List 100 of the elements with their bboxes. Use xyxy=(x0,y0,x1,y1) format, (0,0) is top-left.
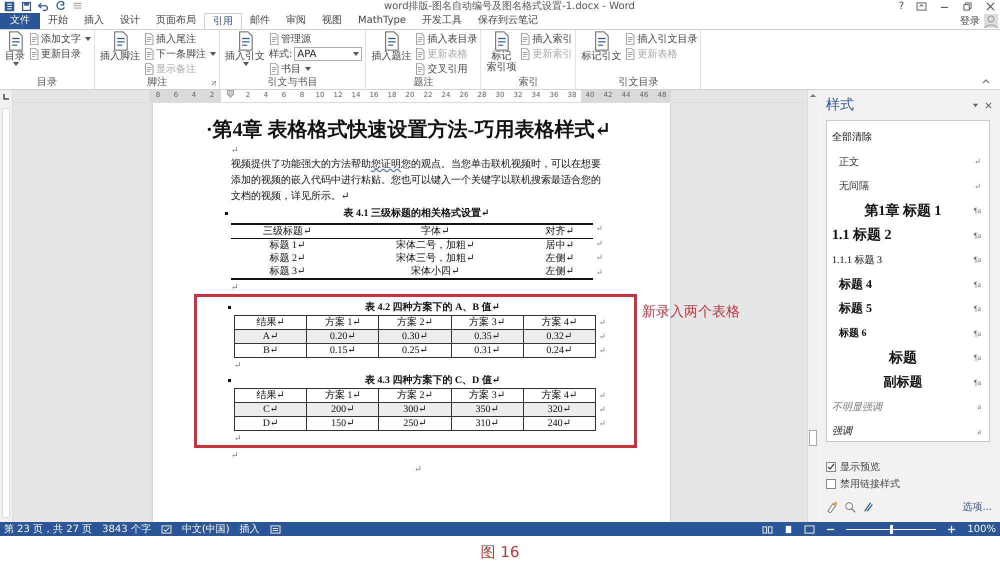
collapse-ribbon-icon[interactable] xyxy=(982,79,990,84)
checkbox[interactable] xyxy=(826,462,836,472)
dialog-launcher-icon[interactable] xyxy=(211,81,216,86)
vertical-scrollbar[interactable] xyxy=(807,90,818,522)
tab-selector-icon[interactable] xyxy=(2,93,10,101)
checkbox[interactable] xyxy=(826,478,836,488)
caret-icon xyxy=(13,62,19,66)
read-mode-icon[interactable] xyxy=(762,524,774,534)
restore-icon[interactable] xyxy=(962,2,973,11)
ribbon-button[interactable]: 管理源 xyxy=(269,32,362,46)
table-cell: D↵ xyxy=(234,416,307,430)
style-item[interactable]: 正文 ↵ xyxy=(827,150,989,174)
help-button[interactable]: ? xyxy=(898,0,904,13)
paragraph-mark: ↵ xyxy=(231,449,240,462)
style-item[interactable]: 1.1.1 标题 3 ¶a xyxy=(827,248,989,272)
style-inspector-icon[interactable] xyxy=(844,501,856,513)
indent-marker-icon[interactable] xyxy=(226,90,234,99)
macro-icon[interactable] xyxy=(270,524,281,534)
zoom-in-icon[interactable] xyxy=(946,524,958,534)
row-end-mark: ↵ xyxy=(599,419,606,428)
style-item[interactable]: 无间隔 ↵ xyxy=(827,174,989,198)
ribbon-tab[interactable]: 页面布局 xyxy=(148,13,204,29)
style-item[interactable]: 第1章 标题 1 ¶a xyxy=(827,198,989,223)
table-cell: 300↵ xyxy=(378,402,452,416)
new-style-icon[interactable] xyxy=(826,501,838,513)
ribbon-tab[interactable]: 审阅 xyxy=(278,13,314,29)
ribbon-button[interactable]: 插入引文目录 xyxy=(625,32,698,46)
redo-icon[interactable] xyxy=(55,1,66,12)
file-tab[interactable]: 文件 xyxy=(0,13,40,29)
undo-icon[interactable] xyxy=(38,1,49,12)
zoom-level[interactable]: 100% xyxy=(967,524,996,534)
table-cell: A↵ xyxy=(234,330,307,344)
table-cell: 方案 3↵ xyxy=(451,388,524,402)
ribbon-tab[interactable]: 设计 xyxy=(112,13,148,29)
table-cell: 0.31↵ xyxy=(451,344,524,358)
ribbon-tab[interactable]: MathType xyxy=(350,13,414,29)
ribbon-large-button[interactable]: 插入题注 xyxy=(369,30,414,76)
close-icon[interactable] xyxy=(985,102,992,108)
ribbon-large-button[interactable]: 插入引文 xyxy=(223,30,267,76)
row-end-mark: ↵ xyxy=(596,224,603,233)
table-caption: 表 4.3 四种方案下的 C、D 值↵ xyxy=(364,373,502,387)
ribbon-tab[interactable]: 保存到云笔记 xyxy=(470,13,546,29)
ribbon-button[interactable]: 添加文字 xyxy=(29,32,91,46)
document-icon xyxy=(6,31,24,51)
style-item[interactable]: 强调 a xyxy=(827,419,989,444)
web-layout-icon[interactable] xyxy=(804,524,816,534)
style-item[interactable]: 标题 6 ¶a xyxy=(827,321,989,346)
style-item[interactable]: 1.1 标题 2 ¶a xyxy=(827,223,989,248)
ribbon-button[interactable]: 下一条脚注 xyxy=(144,47,216,61)
ribbon-large-button[interactable]: 标记 索引项 xyxy=(484,30,518,76)
page-count[interactable]: 第 23 页，共 27 页 xyxy=(4,522,92,536)
ribbon-tab[interactable]: 引用 xyxy=(204,13,242,29)
style-item[interactable]: 全部清除 xyxy=(827,125,989,150)
pane-title: 样式 xyxy=(826,96,855,114)
ribbon-tab[interactable]: 开始 xyxy=(40,13,76,29)
ribbon-large-button[interactable]: 插入脚注 xyxy=(98,30,142,76)
table-cell-text: 左侧↵ xyxy=(544,252,576,265)
ribbon-button[interactable]: 插入表目录 xyxy=(415,32,478,46)
word-count[interactable]: 3843 个字 xyxy=(102,522,151,536)
ribbon-button[interactable]: 交叉引用 xyxy=(415,62,478,76)
save-icon[interactable] xyxy=(21,1,32,12)
ribbon-tab[interactable]: 邮件 xyxy=(242,13,278,29)
sign-in-link[interactable]: 登录 xyxy=(960,14,980,28)
table-cell: 0.30↵ xyxy=(378,330,452,344)
paragraph-mark: ↵ xyxy=(234,359,243,372)
table-caption: 表 4.2 四种方案下的 A、B 值↵ xyxy=(364,300,501,314)
group-label: 题注 xyxy=(413,76,434,88)
style-item[interactable]: 不明显强调 a xyxy=(827,394,989,419)
ribbon-tab[interactable]: 插入 xyxy=(76,13,112,29)
proofing-icon[interactable] xyxy=(160,524,172,534)
options-link[interactable]: 选项... xyxy=(962,500,992,514)
insert-mode[interactable]: 插入 xyxy=(240,522,260,536)
row-end-mark: ↵ xyxy=(599,318,606,327)
scroll-thumb[interactable] xyxy=(809,430,817,446)
ribbon-tab[interactable]: 视图 xyxy=(314,13,350,29)
ribbon-tab[interactable]: 开发工具 xyxy=(414,13,470,29)
zoom-thumb[interactable] xyxy=(890,524,894,534)
ribbon-large-button[interactable]: 标记引文 xyxy=(579,30,624,76)
table-cell: 左侧↵ xyxy=(526,265,593,279)
style-item[interactable]: 标题 5 ¶a xyxy=(827,296,989,321)
table-cell: 0.32↵ xyxy=(523,330,596,344)
app-icon[interactable] xyxy=(4,1,15,12)
style-item[interactable]: 副标题 ¶a xyxy=(827,370,989,394)
body-paragraph: 视频提供了功能强大的方法帮助您证明您的观点。当您单击联机视频时，可以在想要添加的视频的嵌入代码中进行粘贴。您也可以键入一个关键字以联机搜索最适合您的文档的视频，详见所示。↵ xyxy=(231,158,602,204)
checkbox-label: 禁用链接样式 xyxy=(840,478,900,490)
ribbon-button[interactable]: 更新目录 xyxy=(29,47,91,61)
ribbon-button[interactable]: 插入尾注 xyxy=(144,32,216,46)
ribbon-display-icon[interactable] xyxy=(916,2,927,11)
caret-icon[interactable] xyxy=(972,102,979,108)
style-item[interactable]: 标题 ¶a xyxy=(827,346,989,370)
close-icon[interactable] xyxy=(985,2,996,11)
table-cell: 0.24↵ xyxy=(523,344,596,358)
ribbon-button[interactable]: 书目 xyxy=(269,62,362,76)
table-cell: C↵ xyxy=(234,402,307,416)
language-indicator[interactable]: 中文(中国) xyxy=(182,522,230,536)
ribbon-button[interactable]: 插入索引 xyxy=(520,32,572,46)
ribbon-large-button[interactable]: 目录 xyxy=(3,30,27,76)
scroll-up-icon[interactable] xyxy=(809,92,817,98)
style-item[interactable]: 标题 4 ¶a xyxy=(827,272,989,296)
style-dropdown[interactable]: APA xyxy=(294,47,362,61)
